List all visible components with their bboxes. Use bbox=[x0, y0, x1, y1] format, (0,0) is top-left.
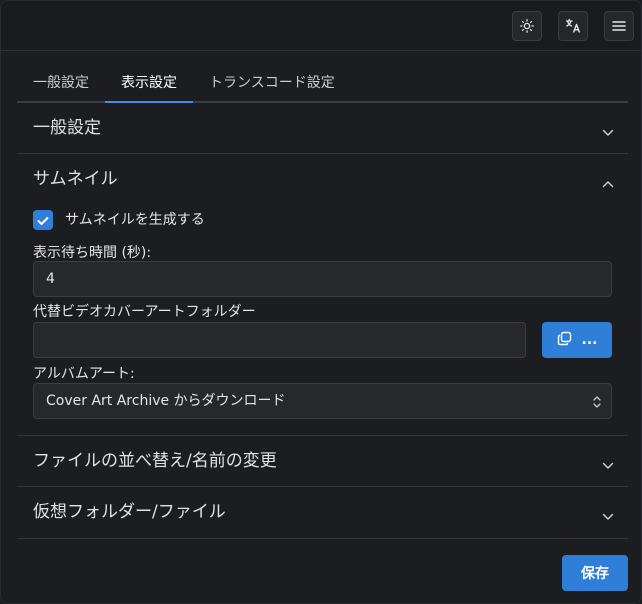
album-art-selected: Cover Art Archive からダウンロード bbox=[46, 393, 286, 409]
wait-time-label: 表示待ち時間 (秒): bbox=[33, 245, 152, 261]
section-virtual-header[interactable]: 仮想フォルダー/ファイル bbox=[17, 487, 628, 537]
menu-icon bbox=[612, 20, 626, 32]
chevron-down-icon bbox=[602, 122, 614, 141]
chevron-down-icon bbox=[602, 455, 614, 474]
generate-thumbnails-checkbox[interactable] bbox=[33, 210, 53, 230]
tab-display[interactable]: 表示設定 bbox=[121, 63, 177, 103]
sun-icon bbox=[520, 19, 534, 33]
section-title: 一般設定 bbox=[33, 118, 101, 138]
translate-icon bbox=[565, 18, 581, 34]
copy-icon bbox=[557, 331, 572, 350]
album-art-label: アルバムアート: bbox=[33, 366, 135, 382]
wait-time-input[interactable] bbox=[33, 261, 612, 297]
section-thumbnail-header[interactable]: サムネイル bbox=[17, 154, 628, 204]
album-art-select[interactable]: Cover Art Archive からダウンロード bbox=[33, 383, 612, 419]
browse-folder-button[interactable]: ... bbox=[542, 322, 612, 358]
top-bar bbox=[1, 1, 641, 51]
section-title: 仮想フォルダー/ファイル bbox=[33, 502, 226, 522]
section-sort-rename-header[interactable]: ファイルの並べ替え/名前の変更 bbox=[17, 436, 628, 486]
tab-general[interactable]: 一般設定 bbox=[33, 63, 89, 103]
cover-folder-label: 代替ビデオカバーアートフォルダー bbox=[33, 304, 256, 320]
tab-transcode[interactable]: トランスコード設定 bbox=[209, 63, 335, 103]
checkmark-icon bbox=[37, 211, 49, 230]
section-title: ファイルの並べ替え/名前の変更 bbox=[33, 451, 277, 471]
select-arrows-icon bbox=[593, 394, 601, 413]
section-title: サムネイル bbox=[33, 169, 118, 189]
divider bbox=[17, 538, 628, 539]
generate-thumbnails-label[interactable]: サムネイルを生成する bbox=[65, 210, 205, 230]
save-button[interactable]: 保存 bbox=[562, 555, 628, 591]
chevron-up-icon bbox=[602, 173, 614, 192]
cover-folder-input[interactable] bbox=[33, 322, 526, 358]
section-general-header[interactable]: 一般設定 bbox=[17, 103, 628, 153]
language-button[interactable] bbox=[558, 11, 588, 41]
theme-toggle-button[interactable] bbox=[512, 11, 542, 41]
browse-label: ... bbox=[581, 332, 598, 348]
settings-panel: 一般設定 表示設定 トランスコード設定 一般設定 サムネイル サムネイルを生成す… bbox=[0, 0, 642, 604]
chevron-down-icon bbox=[602, 506, 614, 525]
menu-button[interactable] bbox=[604, 11, 634, 41]
settings-tabs: 一般設定 表示設定 トランスコード設定 bbox=[17, 63, 628, 103]
